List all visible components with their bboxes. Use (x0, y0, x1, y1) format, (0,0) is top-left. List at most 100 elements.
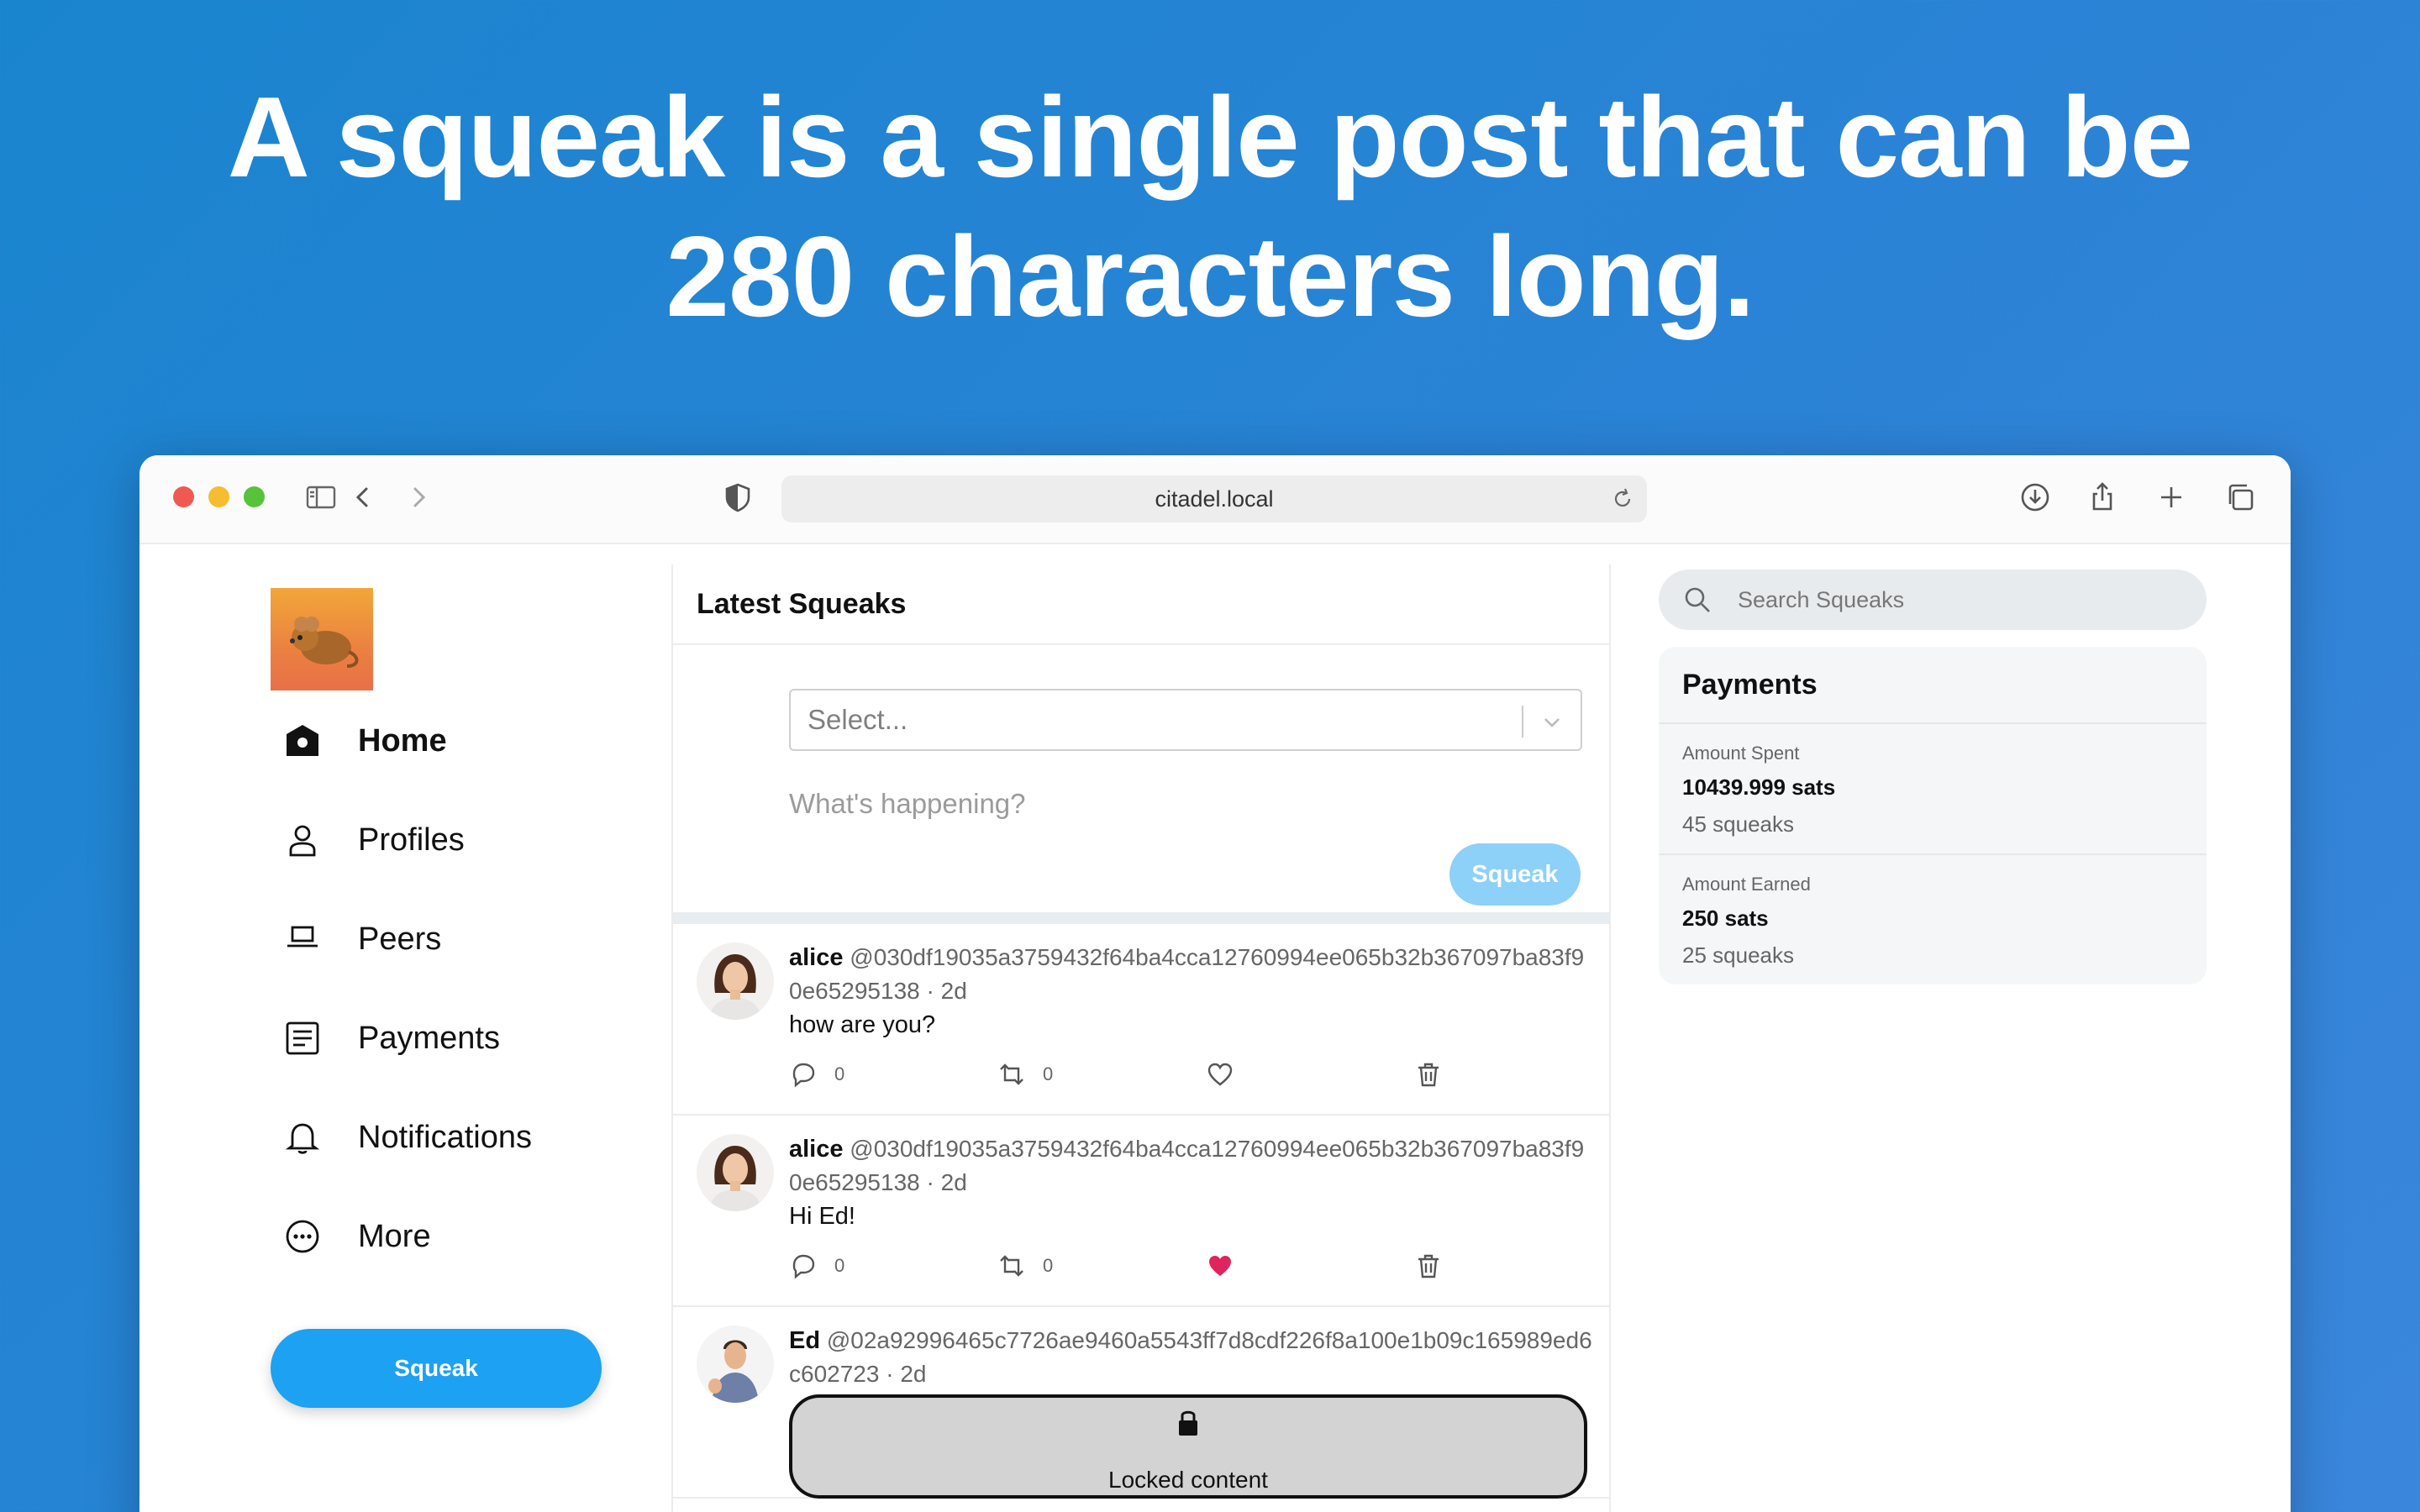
tab-overview-icon[interactable] (2223, 480, 2257, 514)
squeak-actions: 0 0 (789, 1060, 1439, 1094)
nav-peers-label: Peers (358, 921, 442, 957)
payment-summary-row[interactable]: Amount Spent 10439.999 sats 45 squeaks (1659, 724, 2207, 855)
search-placeholder: Search Squeaks (1738, 586, 1905, 612)
browser-window: citadel.local Home Profiles Peers Paymen… (139, 455, 2291, 1512)
payment-count: 25 squeaks (1682, 942, 1794, 968)
reply-icon (792, 1254, 815, 1279)
avatar[interactable] (697, 1134, 774, 1211)
author-name[interactable]: alice (789, 944, 844, 971)
feed-title: Latest Squeaks (673, 564, 1609, 645)
payment-label: Amount Earned (1682, 874, 1811, 895)
new-tab-icon[interactable] (2154, 480, 2188, 514)
reload-icon[interactable] (1610, 486, 1635, 512)
reply-count: 0 (834, 1063, 845, 1084)
headline-line-1: A squeak is a single post that can be (227, 73, 2194, 201)
share-icon[interactable] (2086, 480, 2119, 514)
nav-peers[interactable]: Peers (282, 906, 602, 973)
nav-home[interactable]: Home (282, 707, 602, 774)
home-icon (282, 721, 323, 761)
squeak-item[interactable]: alice @030df19035a3759432f64ba4cca127609… (673, 1116, 1609, 1307)
zoom-window-button[interactable] (244, 486, 265, 507)
like-button[interactable] (1206, 1060, 1251, 1089)
nav-notifications[interactable]: Notifications (282, 1104, 602, 1171)
more-icon (282, 1216, 323, 1257)
sidebar-squeak-button[interactable]: Squeak (271, 1329, 602, 1408)
squeak-text: Hi Ed! (789, 1203, 855, 1230)
squeak-composer: Select... What's happening? Squeak (673, 645, 1609, 924)
search-icon (1685, 587, 1710, 612)
heart-filled-icon (1209, 1256, 1231, 1276)
chevron-down-icon[interactable] (1540, 711, 1564, 734)
laptop-icon (282, 919, 323, 959)
squeak-item[interactable]: alice @030df19035a3759432f64ba4cca127609… (673, 924, 1609, 1116)
post-time: · 2d (926, 978, 967, 1004)
close-window-button[interactable] (173, 486, 194, 507)
forward-icon[interactable] (402, 480, 435, 514)
payment-summary-row[interactable]: Amount Earned 250 sats 25 squeaks (1659, 855, 2207, 984)
nav-payments[interactable]: Payments (282, 1005, 602, 1072)
squeak-header: alice @030df19035a3759432f64ba4cca127609… (789, 1132, 1596, 1200)
reply-button[interactable]: 0 (789, 1252, 844, 1280)
nav-profiles-label: Profiles (358, 822, 465, 858)
address-bar[interactable]: citadel.local (781, 475, 1647, 522)
like-button[interactable] (1206, 1252, 1251, 1280)
nav-more-label: More (358, 1218, 431, 1254)
trash-icon (1418, 1254, 1439, 1278)
squeak-text: how are you? (789, 1011, 936, 1038)
feed-column: Latest Squeaks Select... What's happenin… (671, 564, 1611, 1512)
person-icon (282, 820, 323, 860)
search-input[interactable]: Search Squeaks (1659, 570, 2207, 630)
delete-button[interactable] (1414, 1252, 1460, 1280)
avatar[interactable] (697, 1326, 774, 1403)
bell-icon (282, 1117, 323, 1158)
heart-icon (1207, 1063, 1233, 1086)
author-name[interactable]: Ed (789, 1327, 820, 1354)
reply-count: 0 (834, 1255, 845, 1276)
locked-content-button[interactable]: Locked content (789, 1394, 1587, 1499)
lock-icon (1179, 1410, 1197, 1436)
author-name[interactable]: alice (789, 1136, 844, 1163)
privacy-shield-icon[interactable] (721, 480, 755, 514)
payment-count: 45 squeaks (1682, 811, 1794, 837)
payments-widget: Payments Amount Spent 10439.999 sats 45 … (1659, 647, 2207, 984)
reply-button[interactable]: 0 (789, 1060, 844, 1089)
squeak-header: Ed @02a92996465c7726ae9460a5543ff7d8cdf2… (789, 1324, 1596, 1391)
resqueak-button[interactable]: 0 (997, 1252, 1053, 1280)
locked-content-label: Locked content (1108, 1467, 1268, 1493)
trash-icon (1418, 1063, 1439, 1087)
minimize-window-button[interactable] (208, 486, 229, 507)
resqueak-icon (1000, 1255, 1023, 1277)
resqueak-count: 0 (1043, 1255, 1054, 1276)
resqueak-count: 0 (1043, 1063, 1054, 1084)
nav-notifications-label: Notifications (358, 1119, 532, 1155)
post-time: · 2d (926, 1169, 967, 1195)
nav-home-label: Home (358, 722, 447, 759)
author-handle[interactable]: @030df19035a3759432f64ba4cca12760994ee06… (789, 944, 1584, 1004)
payment-amount: 250 sats (1682, 906, 1769, 931)
sidebar-toggle-icon[interactable] (304, 480, 338, 514)
squeak-text-input[interactable]: What's happening? (789, 788, 1026, 820)
post-time: · 2d (886, 1361, 927, 1387)
app-logo[interactable] (271, 588, 373, 690)
reply-icon (792, 1063, 815, 1088)
avatar[interactable] (697, 942, 774, 1020)
author-handle[interactable]: @030df19035a3759432f64ba4cca12760994ee06… (789, 1136, 1584, 1195)
profile-select[interactable]: Select... (789, 689, 1582, 751)
document-icon (282, 1018, 323, 1058)
delete-button[interactable] (1414, 1060, 1460, 1089)
downloads-icon[interactable] (2018, 480, 2052, 514)
select-separator (1522, 706, 1523, 738)
nav-payments-label: Payments (358, 1020, 500, 1056)
payments-title: Payments (1659, 647, 2207, 724)
composer-squeak-button[interactable]: Squeak (1449, 843, 1581, 906)
back-icon[interactable] (346, 480, 380, 514)
nav-more[interactable]: More (282, 1203, 602, 1270)
payment-label: Amount Spent (1682, 743, 1800, 764)
nav-profiles[interactable]: Profiles (282, 806, 602, 874)
url-text: citadel.local (1155, 486, 1274, 512)
squeak-actions: 0 0 (789, 1252, 1439, 1285)
squeak-item[interactable]: Ed @02a92996465c7726ae9460a5543ff7d8cdf2… (673, 1307, 1609, 1499)
resqueak-button[interactable]: 0 (997, 1060, 1053, 1089)
payment-amount: 10439.999 sats (1682, 774, 1836, 800)
resqueak-icon (1000, 1063, 1023, 1085)
